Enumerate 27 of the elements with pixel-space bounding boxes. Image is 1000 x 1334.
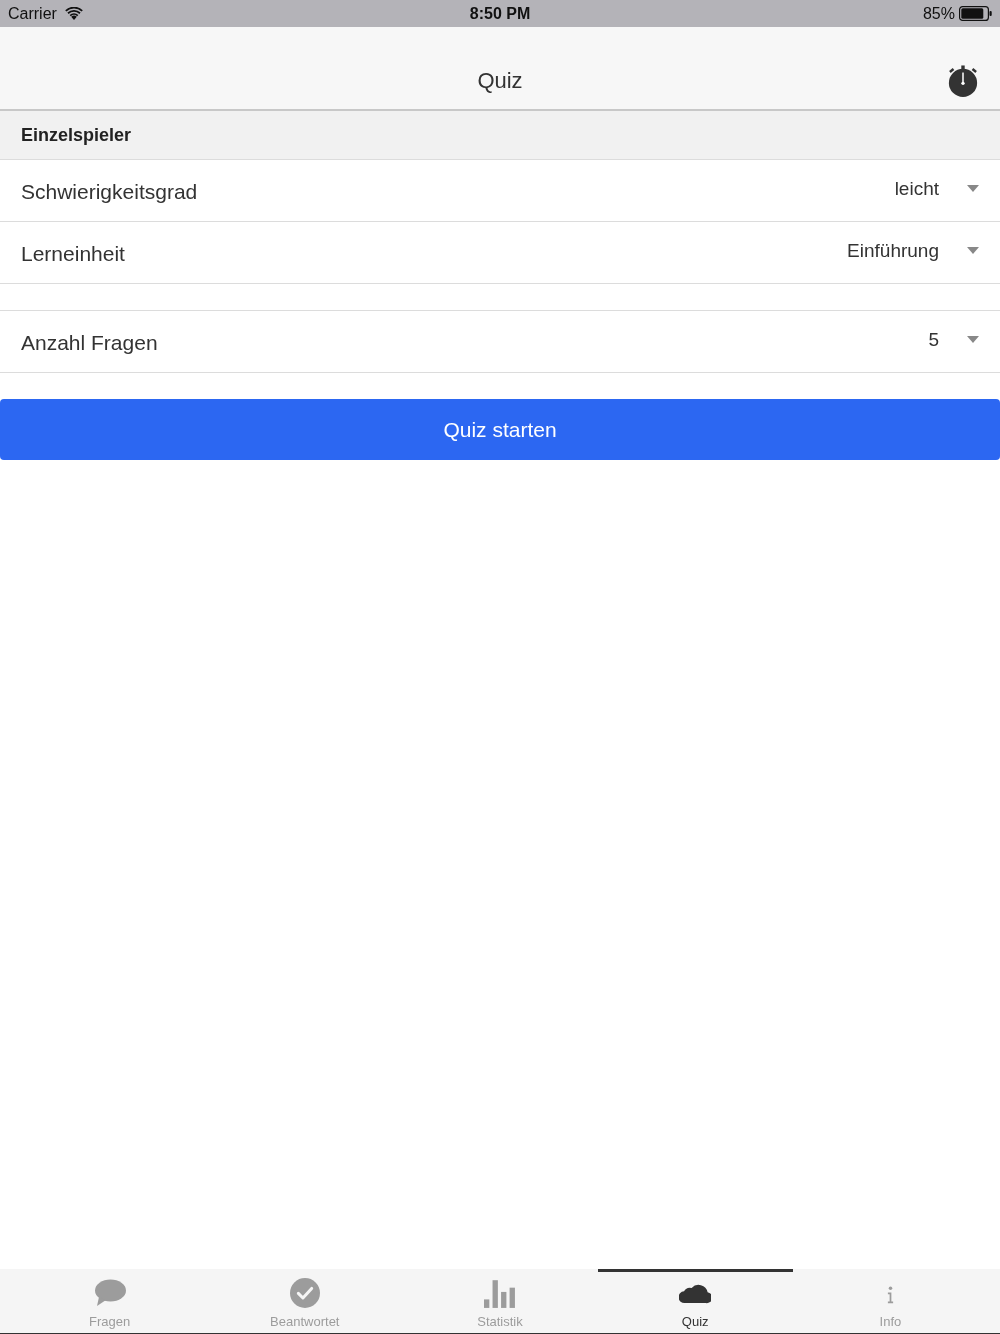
bar-chart-icon bbox=[484, 1278, 516, 1308]
row-label: Schwierigkeitsgrad bbox=[21, 179, 199, 204]
wifi-icon bbox=[64, 7, 83, 20]
tab-item[interactable]: Fragen bbox=[12, 1269, 208, 1333]
selected-value: 5 bbox=[928, 329, 939, 351]
speech-bubble-icon bbox=[93, 1278, 126, 1308]
dropdown-caret-icon bbox=[967, 185, 979, 192]
checkmark-circle-icon bbox=[288, 1278, 321, 1308]
page-title: Quiz bbox=[477, 68, 523, 94]
dropdown-caret-icon bbox=[967, 247, 979, 254]
start-quiz-button[interactable]: Quiz starten bbox=[0, 399, 1000, 460]
battery-icon bbox=[959, 6, 992, 21]
selected-value: Einführung bbox=[847, 240, 939, 262]
info-icon bbox=[886, 1286, 894, 1304]
stopwatch-icon[interactable] bbox=[947, 65, 979, 97]
carrier-label: Carrier bbox=[8, 4, 57, 23]
row-label: Lerneinheit bbox=[21, 241, 126, 266]
tab-item[interactable]: Statistik bbox=[402, 1269, 598, 1333]
section-title: Einzelspieler bbox=[21, 124, 132, 146]
selected-value: leicht bbox=[894, 178, 939, 200]
clock-time: 8:50 PM bbox=[469, 4, 531, 23]
tab-item[interactable]: Quiz bbox=[597, 1269, 793, 1333]
row-label: Anzahl Fragen bbox=[21, 330, 159, 355]
tab-item[interactable]: Beantwortet bbox=[207, 1269, 403, 1333]
tab-item[interactable]: Info bbox=[792, 1269, 988, 1333]
battery-percent: 85% bbox=[922, 4, 955, 23]
dropdown-caret-icon bbox=[967, 336, 979, 343]
